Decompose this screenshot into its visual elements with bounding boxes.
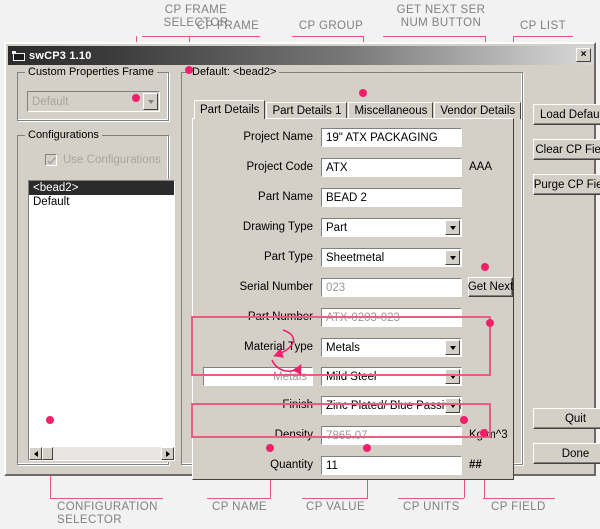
use-configurations-checkbox[interactable] xyxy=(45,154,57,166)
get-next-button[interactable]: Get Next xyxy=(468,277,513,297)
field-units-project-code: AAA xyxy=(469,161,492,173)
field-input-project-code[interactable]: ATX xyxy=(321,158,462,177)
list-item[interactable]: <bead2> xyxy=(29,181,174,195)
annotation-rule-cp-value xyxy=(302,498,368,499)
annotation-label-cp-name: CP NAME xyxy=(212,501,272,514)
field-value-drawing-type: Part xyxy=(326,222,347,234)
annotation-label-cp-field: CP FIELD xyxy=(491,501,551,514)
annotation-dot-get-next xyxy=(481,263,489,271)
tab-vendor-details[interactable]: Vendor Details xyxy=(434,102,521,119)
annotation-label-cp-units: CP UNITS xyxy=(403,501,465,514)
chevron-down-icon[interactable] xyxy=(445,250,460,265)
field-input-part-type[interactable]: Sheetmetal xyxy=(321,248,462,267)
field-label-drawing-type: Drawing Type xyxy=(203,221,313,233)
chevron-down-icon[interactable] xyxy=(143,93,158,110)
annotation-dot-configuration-selector xyxy=(46,416,54,424)
scroll-right-icon[interactable] xyxy=(161,447,174,460)
annotation-rule-get-next xyxy=(383,36,486,37)
scroll-thumb[interactable] xyxy=(42,447,53,460)
quit-button[interactable]: Quit xyxy=(533,408,600,429)
annotation-label-cp-group: CP GROUP xyxy=(291,20,371,33)
window-title: swCP3 1.10 xyxy=(29,50,92,62)
use-configurations-label: Use Configurations xyxy=(63,154,161,166)
field-label-part-type: Part Type xyxy=(203,251,313,263)
tab-part-details-1[interactable]: Part Details 1 xyxy=(266,102,347,119)
annotation-rule-cp-units xyxy=(398,498,464,499)
annotation-box-cp-field-material xyxy=(191,316,491,376)
annotation-rule-cp-name xyxy=(207,498,271,499)
annotation-dot-cp-name xyxy=(266,444,274,452)
annotation-rule-cp-field xyxy=(483,498,555,499)
field-input-drawing-type[interactable]: Part xyxy=(321,218,462,237)
field-value-part-type: Sheetmetal xyxy=(326,252,384,264)
field-label-part-name: Part Name xyxy=(203,191,313,203)
configurations-group-title: Configurations xyxy=(25,129,102,141)
annotation-rule-cp-frame xyxy=(189,36,260,37)
configurations-group: Configurations Use Configurations <bead2… xyxy=(17,135,169,465)
scroll-left-icon[interactable] xyxy=(29,447,42,460)
field-label-project-code: Project Code xyxy=(203,161,313,173)
cp-frame-selector-value: Default xyxy=(32,96,68,108)
screenshot-root: CP FRAME SELECTOR CP FRAME CP GROUP GET … xyxy=(0,0,600,529)
load-defaults-button[interactable]: Load Defaults xyxy=(533,104,600,125)
tab-part-details[interactable]: Part Details xyxy=(194,100,265,119)
field-input-quantity[interactable]: 11 xyxy=(321,456,462,475)
annotation-dot-cp-units xyxy=(460,416,468,424)
annotation-dot-cp-value xyxy=(363,444,371,452)
purge-cp-fields-button[interactable]: Purge CP Fields xyxy=(533,174,600,195)
annotation-dot-cp-frame-selector xyxy=(132,94,140,102)
annotation-label-configuration-selector: CONFIGURATION SELECTOR xyxy=(57,501,177,527)
cp-frame-selector[interactable]: Default xyxy=(27,91,160,112)
title-bar[interactable]: swCP3 1.10 × xyxy=(8,46,594,65)
custom-properties-frame-group-title: Custom Properties Frame xyxy=(25,66,157,78)
annotation-label-cp-frame: CP FRAME xyxy=(188,20,268,33)
field-units-quantity: ## xyxy=(469,459,482,471)
annotation-label-get-next-ser-num-button: GET NEXT SER NUM BUTTON xyxy=(382,4,500,30)
cp-frame-caption: Default: <bead2> xyxy=(189,66,279,78)
annotation-label-cp-value: CP VALUE xyxy=(306,501,370,514)
annotation-rule-configuration-selector xyxy=(50,498,163,499)
check-icon xyxy=(47,156,57,166)
annotation-dot-cp-frame xyxy=(185,66,193,74)
configuration-list-hscrollbar[interactable] xyxy=(29,447,174,460)
close-icon[interactable]: × xyxy=(576,48,591,62)
annotation-dot-cp-list xyxy=(486,319,494,327)
field-label-serial-number: Serial Number xyxy=(203,281,313,293)
chevron-down-icon[interactable] xyxy=(445,220,460,235)
field-label-project-name: Project Name xyxy=(203,131,313,143)
field-label-quantity: Quantity xyxy=(203,459,313,471)
list-item[interactable]: Default xyxy=(29,195,174,209)
annotation-rule-cp-list xyxy=(513,36,573,37)
done-button[interactable]: Done xyxy=(533,443,600,464)
annotation-rule-cp-group xyxy=(292,36,364,37)
annotation-label-cp-list: CP LIST xyxy=(512,20,574,33)
field-input-serial-number[interactable]: 023 xyxy=(321,278,462,297)
clear-cp-fields-button[interactable]: Clear CP Fields xyxy=(533,139,600,160)
annotation-box-cp-field-density xyxy=(191,403,491,438)
annotation-dot-cp-field xyxy=(480,429,488,437)
field-input-project-name[interactable]: 19" ATX PACKAGING xyxy=(321,128,462,147)
app-icon xyxy=(12,50,25,61)
cp-group-tabs[interactable]: Part Details Part Details 1 Miscellaneou… xyxy=(194,102,522,119)
annotation-dot-cp-group xyxy=(359,89,367,97)
field-input-part-name[interactable]: BEAD 2 xyxy=(321,188,462,207)
tab-miscellaneous[interactable]: Miscellaneous xyxy=(348,102,433,119)
